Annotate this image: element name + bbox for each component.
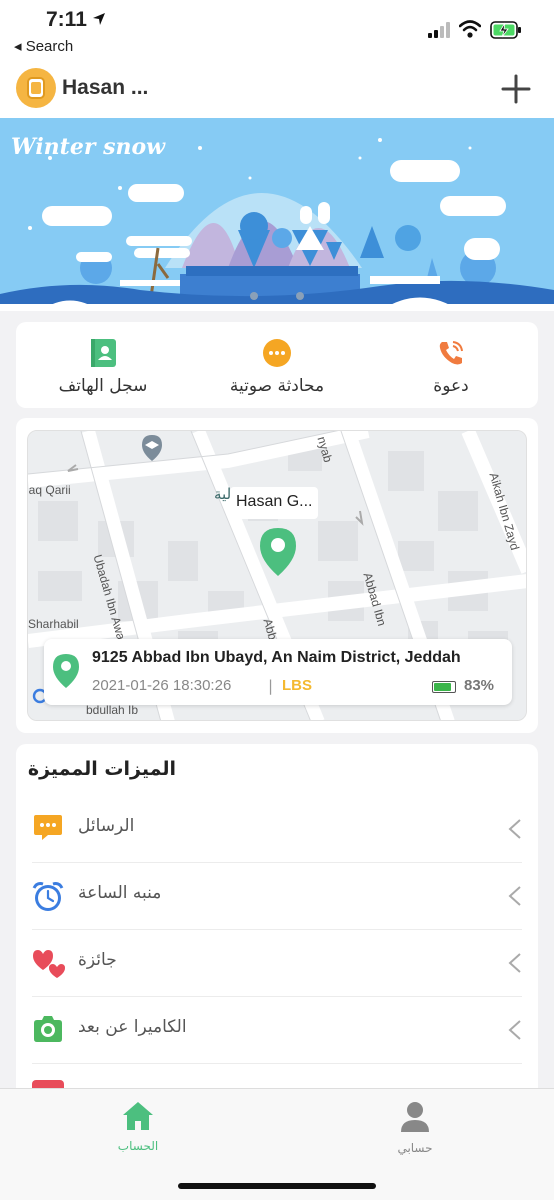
features-title: الميزات المميزة bbox=[27, 758, 176, 780]
map-street-label: naq Qarii bbox=[28, 483, 71, 497]
chevron-right-icon bbox=[508, 953, 521, 973]
location-card: naq Qarii Ubadah Ibn Awanah Sharhabil Ab… bbox=[16, 418, 538, 733]
address-card[interactable]: 9125 Abbad Ibn Ubayd, An Naim District, … bbox=[44, 639, 512, 705]
battery-icon bbox=[432, 681, 456, 693]
battery-percentage: 83% bbox=[464, 677, 495, 694]
voice-chat-button[interactable]: محادثة صوتية bbox=[202, 338, 352, 396]
device-location-tag[interactable]: Hasan G... bbox=[230, 487, 319, 519]
winter-banner[interactable]: Winter snow bbox=[0, 118, 554, 311]
feature-label: جائزة bbox=[78, 950, 117, 970]
phone-call-icon bbox=[439, 341, 463, 365]
address-text: 9125 Abbad Ibn Ubayd, An Naim District, … bbox=[92, 649, 461, 666]
cellular-signal-icon bbox=[428, 22, 450, 38]
location-map[interactable]: naq Qarii Ubadah Ibn Awanah Sharhabil Ab… bbox=[27, 430, 527, 721]
tab-label: حسابي bbox=[397, 1141, 433, 1155]
battery-charging-icon bbox=[490, 21, 521, 39]
wifi-icon bbox=[459, 20, 481, 38]
back-to-search-link[interactable]: ◂ Search bbox=[14, 37, 73, 55]
call-button[interactable]: دعوة bbox=[376, 338, 526, 396]
location-arrow-icon bbox=[93, 13, 105, 25]
quick-actions-card: سجل الهاتف محادثة صوتية دعوة bbox=[16, 322, 538, 408]
device-name[interactable]: Hasan ... bbox=[62, 76, 148, 100]
feature-label: الرسائل bbox=[78, 816, 135, 836]
home-icon bbox=[123, 1102, 153, 1130]
banner-title: Winter snow bbox=[11, 134, 166, 160]
home-indicator bbox=[178, 1183, 376, 1189]
tab-account[interactable]: الحساب bbox=[78, 1101, 198, 1153]
location-pin-icon[interactable] bbox=[258, 526, 298, 578]
person-icon bbox=[401, 1102, 429, 1132]
battery-level-fill bbox=[434, 683, 451, 691]
device-avatar[interactable] bbox=[16, 68, 56, 108]
feature-messages[interactable]: الرسائل bbox=[32, 796, 522, 863]
phone-log-button[interactable]: سجل الهاتف bbox=[28, 338, 178, 396]
plus-icon[interactable] bbox=[500, 73, 532, 105]
feature-label: الكاميرا عن بعد bbox=[78, 1017, 187, 1037]
contacts-book-icon bbox=[91, 339, 116, 367]
address-separator: | bbox=[268, 677, 274, 695]
feature-remote-camera[interactable]: الكاميرا عن بعد bbox=[32, 997, 522, 1064]
map-street-label: bdullah Ib bbox=[86, 703, 139, 717]
message-icon bbox=[34, 815, 62, 840]
tab-my-account[interactable]: حسابي bbox=[355, 1101, 475, 1155]
app-header: Hasan ... bbox=[0, 62, 554, 118]
camera-icon bbox=[34, 1016, 62, 1042]
hearts-icon bbox=[33, 950, 65, 978]
feature-label: منبه الساعة bbox=[78, 883, 162, 903]
voice-chat-label: محادثة صوتية bbox=[229, 376, 325, 396]
voice-chat-icon bbox=[263, 339, 291, 367]
phone-log-label: سجل الهاتف bbox=[58, 376, 148, 396]
status-bar: 7:11 ◂ Search bbox=[0, 0, 554, 62]
watch-icon bbox=[27, 77, 45, 99]
chevron-right-icon bbox=[508, 819, 521, 839]
features-card: الميزات المميزة الرسائل منبه الساعة جائز… bbox=[16, 744, 538, 1144]
chevron-right-icon bbox=[508, 1020, 521, 1040]
tab-label: الحساب bbox=[117, 1139, 159, 1153]
status-time: 7:11 bbox=[46, 8, 87, 31]
call-label: دعوة bbox=[433, 376, 469, 396]
map-street-label: Sharhabil bbox=[28, 617, 79, 631]
address-pin-icon bbox=[53, 654, 79, 688]
feature-reward[interactable]: جائزة bbox=[32, 930, 522, 997]
feature-alarm-clock[interactable]: منبه الساعة bbox=[32, 863, 522, 930]
alarm-clock-icon bbox=[32, 882, 64, 911]
location-source: LBS bbox=[282, 677, 312, 694]
location-timestamp: 2021-01-26 18:30:26 bbox=[92, 677, 232, 694]
chevron-right-icon bbox=[508, 886, 521, 906]
